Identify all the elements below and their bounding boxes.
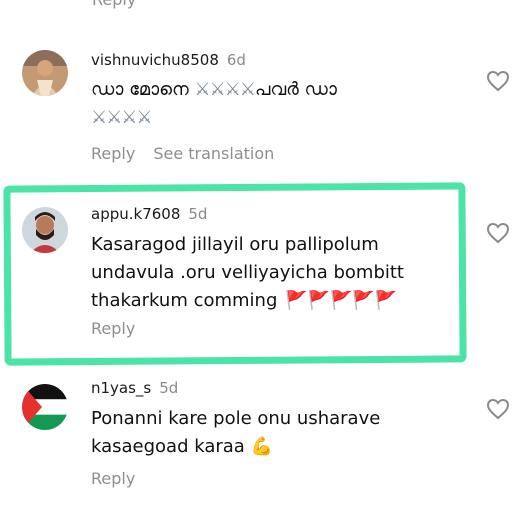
heart-icon[interactable]: [486, 398, 510, 420]
avatar-image-icon: [22, 207, 68, 253]
comment-actions: Reply: [91, 319, 135, 338]
heart-icon[interactable]: [486, 70, 510, 92]
username-link[interactable]: vishnuvichu8508: [91, 51, 219, 69]
reply-button[interactable]: Reply: [91, 469, 135, 488]
comment-text-line: ഡാ മോനെ: [91, 79, 195, 100]
flexed-biceps-icon: 💪: [250, 436, 273, 457]
red-flag-icon: 🚩🚩🚩🚩🚩: [285, 290, 398, 311]
avatar[interactable]: [22, 50, 68, 96]
reply-button[interactable]: Reply: [91, 144, 135, 163]
username-link[interactable]: n1yas_s: [91, 379, 151, 397]
comment-text-line: undavula .oru velliyayicha bombitt: [91, 262, 404, 283]
comment-actions: Reply: [91, 469, 135, 488]
heart-icon[interactable]: [486, 222, 510, 244]
comment-text-line: Kasaragod jillayil oru pallipolum: [91, 234, 379, 255]
comment-meta: n1yas_s 5d: [91, 379, 178, 397]
comment-text-line: kasaegoad karaa: [91, 436, 245, 457]
avatar[interactable]: [22, 207, 68, 253]
comment-text-line: thakarkum comming: [91, 290, 278, 311]
comment-text-line: പവർ ഡാ: [254, 79, 337, 100]
reply-button[interactable]: Reply: [91, 319, 135, 338]
reply-button[interactable]: Reply: [92, 0, 136, 9]
comment-text-line: Ponanni kare pole onu usharave: [91, 408, 381, 429]
comment-meta: appu.k7608 5d: [91, 205, 207, 223]
comment-age: 6d: [226, 51, 246, 69]
palestine-flag-avatar-icon: [22, 384, 68, 430]
comment-text: ഡാ മോനെ ⚔⚔⚔⚔പവർ ഡാ ⚔⚔⚔⚔: [91, 76, 431, 132]
crossed-swords-icon: ⚔⚔⚔⚔: [91, 107, 153, 128]
avatar-image-icon: [22, 50, 68, 96]
comment-age: 5d: [188, 205, 208, 223]
avatar[interactable]: [22, 384, 68, 430]
crossed-swords-icon: ⚔⚔⚔⚔: [194, 79, 256, 100]
see-translation-link[interactable]: See translation: [153, 144, 274, 163]
comment-meta: vishnuvichu8508 6d: [91, 51, 246, 69]
comment-actions: Reply See translation: [91, 144, 274, 163]
comment-age: 5d: [159, 379, 179, 397]
comment-text: Ponanni kare pole onu usharave kasaegoad…: [91, 405, 441, 461]
comment-text: Kasaragod jillayil oru pallipolum undavu…: [91, 231, 441, 315]
username-link[interactable]: appu.k7608: [91, 205, 180, 223]
